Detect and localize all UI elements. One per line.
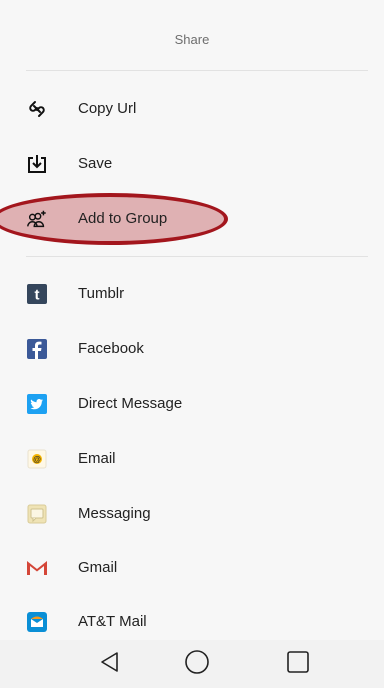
download-icon [26,153,48,175]
twitter-icon [26,393,48,415]
share-gmail[interactable]: Gmail [0,548,384,588]
svg-text:@: @ [33,455,41,464]
email-label: Email [78,450,116,467]
home-button[interactable] [167,640,227,688]
direct-message-label: Direct Message [78,395,183,412]
gmail-label: Gmail [78,559,118,576]
facebook-label: Facebook [78,340,144,357]
share-title: Share [174,32,210,47]
recents-button[interactable] [268,640,328,688]
home-circle-icon [184,649,210,680]
messaging-icon [26,503,48,525]
tumblr-icon: t [26,283,48,305]
divider-middle [26,256,368,257]
share-direct-message[interactable]: Direct Message [0,384,384,424]
share-email[interactable]: @ Email [0,439,384,479]
copy-url-label: Copy Url [78,100,137,117]
add-to-group-button[interactable]: Add to Group [0,199,384,239]
save-button[interactable]: Save [0,144,384,184]
att-mail-icon [26,611,48,633]
att-mail-label: AT&T Mail [78,613,147,630]
share-sheet: Share Copy Url Save Add to Group t Tumbl… [0,0,384,640]
add-to-group-label: Add to Group [78,210,168,227]
recents-square-icon [286,650,310,679]
svg-text:t: t [35,287,40,304]
add-group-icon [26,208,48,230]
share-tumblr[interactable]: t Tumblr [0,274,384,314]
divider-top [26,70,368,71]
gmail-icon [26,557,48,579]
share-att-mail[interactable]: AT&T Mail [0,602,384,642]
save-label: Save [78,155,113,172]
system-nav-bar [0,640,384,688]
share-facebook[interactable]: Facebook [0,329,384,369]
back-button[interactable] [80,640,140,688]
link-icon [26,98,48,120]
messaging-label: Messaging [78,505,151,522]
facebook-icon [26,338,48,360]
share-messaging[interactable]: Messaging [0,494,384,534]
email-icon: @ [26,448,48,470]
tumblr-label: Tumblr [78,285,125,302]
back-triangle-icon [98,650,122,679]
copy-url-button[interactable]: Copy Url [0,89,384,129]
